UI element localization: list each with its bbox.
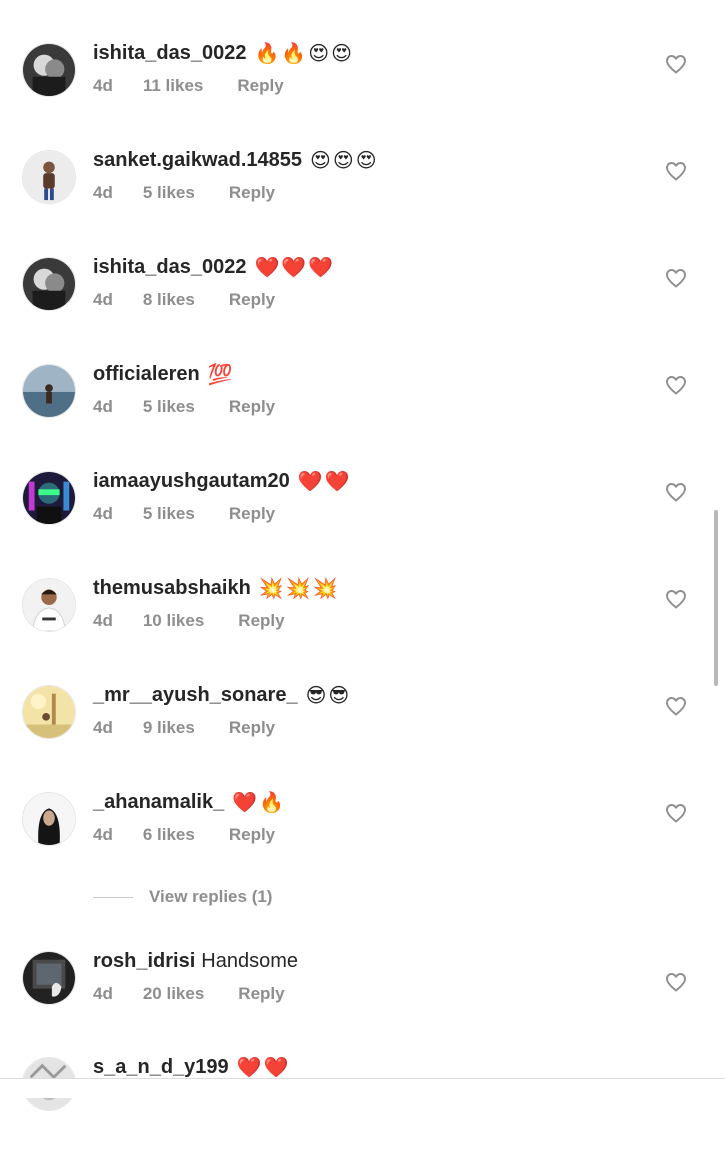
reply-button[interactable]: Reply — [229, 504, 275, 524]
heart-icon[interactable] — [664, 970, 688, 994]
comment-time: 4d — [93, 183, 113, 202]
reply-button[interactable]: Reply — [229, 397, 275, 417]
comment-text: 💥💥💥 — [258, 577, 340, 600]
comment-text: ❤️❤️ — [236, 1056, 291, 1079]
comment-item: sanket.gaikwad.14855 😍😍😍 4d 5 likes Repl… — [0, 135, 725, 242]
comment-time: 4d — [93, 76, 113, 95]
comment-time: 4d — [93, 825, 113, 844]
comment-username[interactable]: ishita_das_0022 — [93, 256, 246, 279]
comment-item: ishita_das_0022 🔥🔥😍😍 4d 11 likes Reply — [0, 28, 725, 135]
comment-username[interactable]: rosh_idrisi — [93, 950, 195, 973]
reply-button[interactable]: Reply — [229, 290, 275, 310]
comment-line: _ahanamalik_ ❤️🔥 — [93, 787, 286, 817]
comment-username[interactable]: ishita_das_0022 — [93, 42, 246, 65]
comment-text: Handsome — [201, 949, 298, 972]
comment-likes[interactable]: 6 likes — [143, 825, 195, 845]
comment-line: themusabshaikh 💥💥💥 — [93, 573, 340, 603]
comment-line: rosh_idrisi Handsome — [93, 946, 298, 976]
reply-button[interactable]: Reply — [229, 718, 275, 738]
avatar[interactable] — [22, 951, 76, 1005]
replies-divider — [93, 896, 133, 898]
reply-button[interactable]: Reply — [238, 611, 284, 631]
comment-meta: 4d 10 likes Reply — [93, 609, 285, 633]
comment-meta: 4d 20 likes Reply — [93, 982, 285, 1006]
comment-line: sanket.gaikwad.14855 😍😍😍 — [93, 145, 379, 175]
comment-time: 4d — [93, 984, 113, 1003]
bottom-bar — [0, 1079, 725, 1098]
comment-username[interactable]: _ahanamalik_ — [93, 791, 224, 814]
heart-icon[interactable] — [664, 587, 688, 611]
comment-item: officialeren 💯 4d 5 likes Reply — [0, 349, 725, 456]
comment-meta: 4d 8 likes Reply — [93, 288, 275, 312]
avatar[interactable] — [22, 150, 76, 204]
avatar[interactable] — [22, 792, 76, 846]
comment-text: 😍😍😍 — [310, 149, 379, 172]
comment-text: ❤️🔥 — [232, 791, 287, 814]
heart-icon[interactable] — [664, 266, 688, 290]
comment-item: themusabshaikh 💥💥💥 4d 10 likes Reply — [0, 563, 725, 670]
comment-username[interactable]: officialeren — [93, 363, 200, 386]
comment-line: iamaayushgautam20 ❤️❤️ — [93, 466, 352, 496]
heart-icon[interactable] — [664, 52, 688, 76]
comment-likes[interactable]: 5 likes — [143, 397, 195, 417]
comment-text: 💯 — [207, 363, 235, 386]
reply-button[interactable]: Reply — [229, 183, 275, 203]
comment-time: 4d — [93, 397, 113, 416]
comment-text: 🔥🔥😍😍 — [254, 42, 354, 65]
view-replies-label: View replies (1) — [149, 887, 273, 906]
comment-meta: 4d 5 likes Reply — [93, 502, 275, 526]
comment-username[interactable]: sanket.gaikwad.14855 — [93, 149, 302, 172]
comment-likes[interactable]: 10 likes — [143, 611, 204, 631]
comment-likes[interactable]: 9 likes — [143, 718, 195, 738]
avatar[interactable] — [22, 471, 76, 525]
comment-text: ❤️❤️❤️ — [254, 256, 336, 279]
comment-likes[interactable]: 5 likes — [143, 504, 195, 524]
comment-username[interactable]: _mr__ayush_sonare_ — [93, 684, 298, 707]
scrollbar[interactable] — [714, 510, 718, 686]
comment-text: 😎😎 — [305, 684, 352, 707]
comment-meta: 4d 5 likes Reply — [93, 181, 275, 205]
comment-time: 4d — [93, 290, 113, 309]
avatar[interactable] — [22, 364, 76, 418]
comment-line: ishita_das_0022 🔥🔥😍😍 — [93, 38, 354, 68]
comment-text: ❤️❤️ — [297, 470, 352, 493]
comment-item: ishita_das_0022 ❤️❤️❤️ 4d 8 likes Reply — [0, 242, 725, 349]
heart-icon[interactable] — [664, 801, 688, 825]
comment-username[interactable]: themusabshaikh — [93, 577, 251, 600]
heart-icon[interactable] — [664, 159, 688, 183]
comment-meta: 4d 9 likes Reply — [93, 716, 275, 740]
comment-item: rosh_idrisi Handsome 4d 20 likes Reply — [0, 936, 725, 1043]
comment-time: 4d — [93, 504, 113, 523]
comment-line: ishita_das_0022 ❤️❤️❤️ — [93, 252, 335, 282]
comment-line: _mr__ayush_sonare_ 😎😎 — [93, 680, 351, 710]
heart-icon[interactable] — [664, 480, 688, 504]
avatar[interactable] — [22, 257, 76, 311]
comment-item: iamaayushgautam20 ❤️❤️ 4d 5 likes Reply — [0, 456, 725, 563]
comment-username[interactable]: iamaayushgautam20 — [93, 470, 290, 493]
comment-likes[interactable]: 5 likes — [143, 183, 195, 203]
comment-likes[interactable]: 11 likes — [143, 76, 204, 96]
comment-time: 4d — [93, 718, 113, 737]
heart-icon[interactable] — [664, 373, 688, 397]
comment-username[interactable]: s_a_n_d_y199 — [93, 1056, 229, 1079]
comment-item: _mr__ayush_sonare_ 😎😎 4d 9 likes Reply — [0, 670, 725, 777]
comment-meta: 4d 6 likes Reply — [93, 823, 275, 847]
avatar[interactable] — [22, 578, 76, 632]
comment-line: officialeren 💯 — [93, 359, 235, 389]
reply-button[interactable]: Reply — [237, 76, 283, 96]
avatar[interactable] — [22, 43, 76, 97]
comment-likes[interactable]: 20 likes — [143, 984, 204, 1004]
heart-icon[interactable] — [664, 694, 688, 718]
view-replies-button[interactable]: View replies (1) — [93, 884, 272, 910]
reply-button[interactable]: Reply — [238, 984, 284, 1004]
avatar[interactable] — [22, 685, 76, 739]
comment-likes[interactable]: 8 likes — [143, 290, 195, 310]
comment-meta: 4d 11 likes Reply — [93, 74, 284, 98]
comment-meta: 4d 5 likes Reply — [93, 395, 275, 419]
reply-button[interactable]: Reply — [229, 825, 275, 845]
comment-item: _ahanamalik_ ❤️🔥 4d 6 likes Reply — [0, 777, 725, 884]
comment-time: 4d — [93, 611, 113, 630]
